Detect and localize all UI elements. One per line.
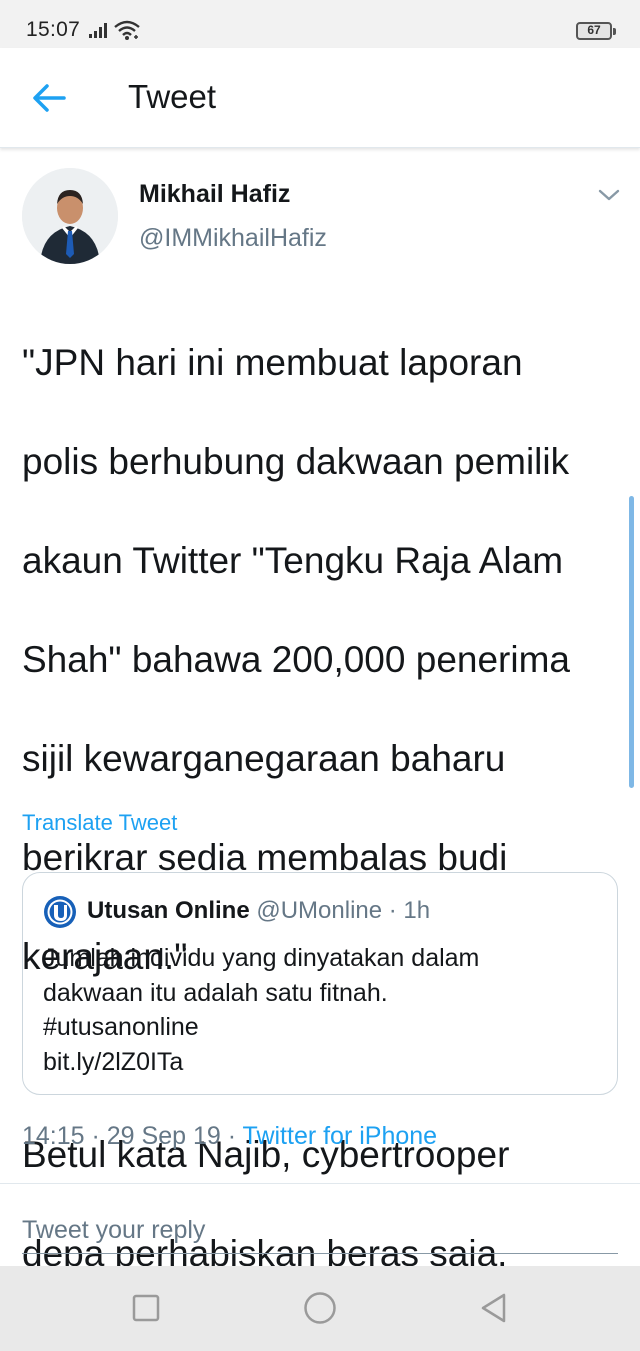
quoted-tweet-header: Utusan Online @UMonline · 1h [87,897,430,925]
signal-icon [89,23,107,38]
avatar-image [22,168,118,264]
status-bar: 15:07 67 [0,0,640,48]
recent-apps-icon[interactable] [126,1288,166,1328]
back-triangle-icon[interactable] [474,1288,514,1328]
tweet-line: "JPN hari ini membuat laporan [22,341,523,383]
tweet-line: akaun Twitter "Tengku Raja Alam [22,539,564,581]
tweet-text: "JPN hari ini membuat laporan polis berh… [22,288,622,1328]
battery-icon: 67 [576,22,616,40]
author-name[interactable]: Mikhail Hafiz [139,180,290,209]
author-handle[interactable]: @IMMikhailHafiz [139,224,327,253]
utusan-logo-icon [44,896,76,928]
status-time: 15:07 [26,18,81,41]
avatar[interactable] [22,168,118,264]
tweet-time-date: 14:15 · 29 Sep 19 · [22,1122,243,1150]
quoted-author-meta: @UMonline · 1h [256,897,431,924]
app-header: Tweet [0,48,640,148]
chevron-down-icon[interactable] [594,182,624,208]
divider [0,1183,640,1184]
quoted-tweet-card[interactable]: Utusan Online @UMonline · 1h Jumlah indi… [22,872,618,1095]
page-title: Tweet [128,78,217,115]
tweet-line: sijil kewarganegaraan baharu [22,737,506,779]
battery-level: 67 [587,23,601,37]
quoted-line: bit.ly/2lZ0ITa [43,1047,184,1076]
quoted-author-name: Utusan Online [87,897,250,924]
quoted-line: Jumlah individu yang dinyatakan dalam [43,944,480,972]
scrollbar-thumb[interactable] [629,496,634,788]
quoted-line: dakwaan itu adalah satu fitnah. [43,978,388,1007]
tweet-line: polis berhubung dakwaan pemilik [22,440,570,482]
translate-tweet-link[interactable]: Translate Tweet [22,810,177,836]
arrow-left-icon[interactable] [30,80,70,116]
system-nav-bar [0,1266,640,1351]
tweet-timestamp: 14:15 · 29 Sep 19 · Twitter for iPhone [22,1122,437,1151]
wifi-icon [114,20,140,40]
tweet-line: Shah" bahawa 200,000 penerima [22,638,570,680]
quoted-tweet-text: Jumlah individu yang dinyatakan dalam da… [43,941,603,1079]
reply-input[interactable] [22,1208,618,1254]
home-icon[interactable] [300,1288,340,1328]
quoted-line: #utusanonline [43,1013,199,1041]
tweet-source-link[interactable]: Twitter for iPhone [243,1122,438,1150]
